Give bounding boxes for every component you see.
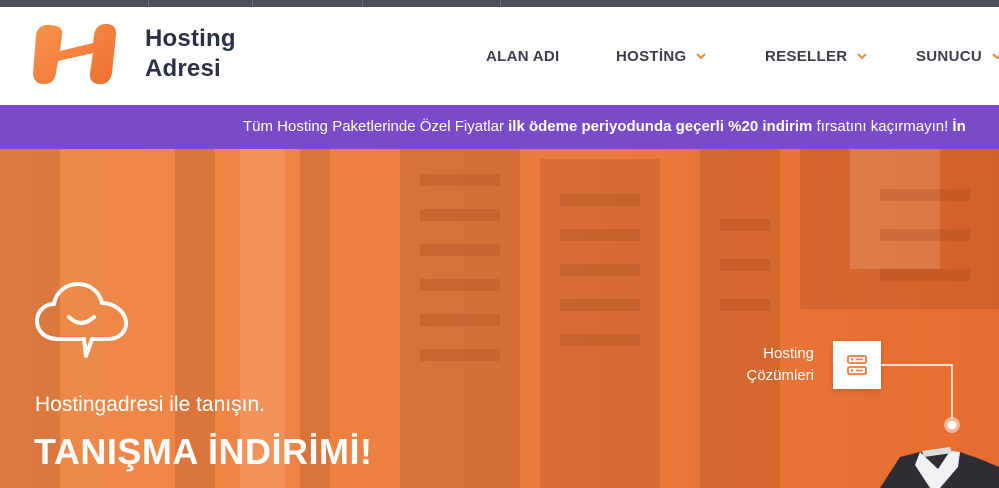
brand-name-line1: Hosting <box>145 25 236 52</box>
chevron-down-icon <box>857 53 868 60</box>
hero-section: Hostingadresi ile tanışın. TANIŞMA İNDİR… <box>0 149 999 488</box>
server-rack-bg <box>850 149 940 269</box>
server-slot <box>720 259 770 271</box>
promo-part2: fırsatını kaçırmayın! <box>812 118 953 135</box>
nav-item-label: HOSTİNG <box>616 47 687 65</box>
chevron-down-icon <box>696 53 707 60</box>
server-icon <box>847 355 867 375</box>
top-strip-divider <box>252 0 253 7</box>
top-strip-divider <box>362 0 363 7</box>
server-slot <box>560 334 640 346</box>
server-slot <box>880 189 970 201</box>
hosting-solutions-label[interactable]: Hosting Çözümleri <box>720 343 814 387</box>
top-strip-divider <box>148 0 149 7</box>
server-slot <box>880 229 970 241</box>
promo-banner[interactable]: Tüm Hosting Paketlerinde Özel Fiyatlar i… <box>0 105 999 149</box>
nav-item-label: SUNUCU <box>916 47 982 65</box>
server-slot <box>720 299 770 311</box>
server-rack-bg <box>540 159 660 488</box>
server-slot <box>420 244 500 256</box>
server-slot <box>420 349 500 361</box>
person-illustration <box>880 447 999 488</box>
site-header: Hosting Adresi ALAN ADI HOSTİNG RESELLER… <box>0 7 999 105</box>
nav-item-reseller[interactable]: RESELLER <box>765 7 868 105</box>
server-slot <box>420 174 500 186</box>
server-slot <box>560 194 640 206</box>
nav-item-sunucu[interactable]: SUNUCU <box>916 7 999 105</box>
hero-title: TANIŞMA İNDİRİMİ! <box>34 431 373 472</box>
brand-name[interactable]: Hosting Adresi <box>145 24 236 84</box>
nav-item-label: RESELLER <box>765 47 848 65</box>
server-slot <box>420 209 500 221</box>
brand-logo-icon[interactable] <box>33 23 128 85</box>
hosting-solutions-label-line1: Hosting <box>763 345 814 362</box>
server-slot <box>720 219 770 231</box>
server-slot <box>560 264 640 276</box>
nav-item-alan-adi[interactable]: ALAN ADI <box>486 7 560 105</box>
server-slot <box>560 299 640 311</box>
connector-line <box>881 364 960 433</box>
server-slot <box>880 269 970 281</box>
server-slot <box>420 314 500 326</box>
hosting-solutions-label-line2: Çözümleri <box>746 367 814 384</box>
server-slot <box>560 229 640 241</box>
nav-item-label: ALAN ADI <box>486 47 560 65</box>
brand-name-line2: Adresi <box>145 55 221 82</box>
top-strip <box>0 0 999 7</box>
server-slot <box>420 279 500 291</box>
hero-subtitle: Hostingadresi ile tanışın. <box>35 393 265 416</box>
promo-highlight: ilk ödeme periyodunda geçerli %20 indiri… <box>508 118 813 135</box>
chevron-down-icon <box>992 53 999 60</box>
promo-part1: Tüm Hosting Paketlerinde Özel Fiyatlar <box>243 118 509 135</box>
server-rack-bg <box>700 149 780 488</box>
top-strip-divider <box>500 0 501 7</box>
hosting-solutions-button[interactable] <box>833 341 881 389</box>
promo-highlight-2: İn <box>952 118 966 135</box>
promo-text: Tüm Hosting Paketlerinde Özel Fiyatlar i… <box>243 105 966 149</box>
nav-item-hosting[interactable]: HOSTİNG <box>616 7 707 105</box>
cloud-chat-icon <box>35 282 128 358</box>
